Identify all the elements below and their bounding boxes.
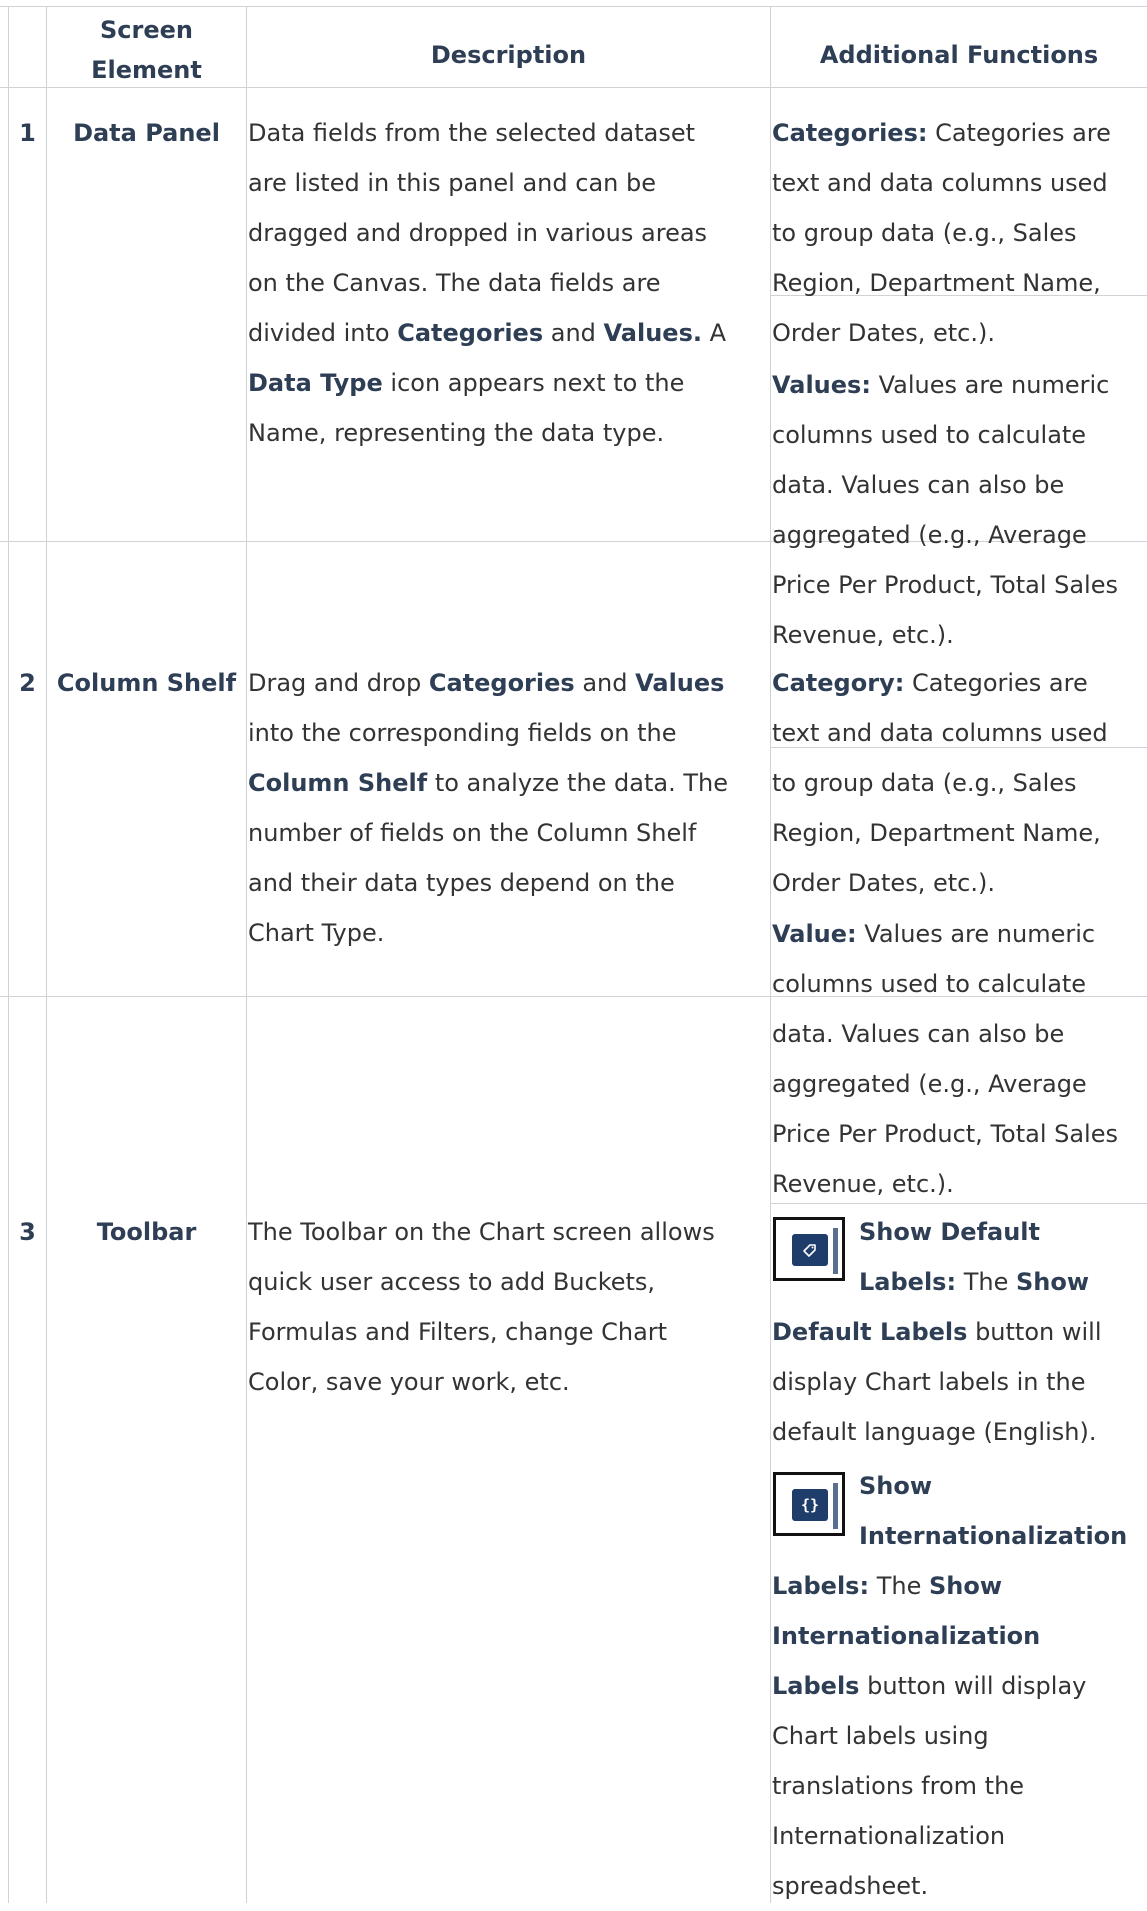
row-number: 3 [19, 1218, 36, 1246]
row-element: Toolbar [96, 1218, 197, 1246]
function-values: Values: Values are numeric columns used … [772, 371, 1118, 649]
row-element: Data Panel [73, 119, 220, 147]
rule-col-num [46, 6, 47, 1903]
function-categories: Categories: Categories are text and data… [772, 119, 1111, 347]
row-element: Column Shelf [56, 669, 237, 697]
rule-col-elem [246, 6, 247, 1903]
function-show-default-labels: Show Default Labels: The Show Default La… [772, 1218, 1102, 1446]
function-category: Category: Categories are text and data c… [772, 669, 1108, 897]
row-description: Drag and drop Categories and Values into… [248, 669, 728, 947]
rule-top [0, 6, 1147, 7]
row-description: Data fields from the selected dataset ar… [248, 119, 727, 447]
header-description: Description [430, 41, 587, 69]
header-screen-element: Screen Element [47, 10, 246, 90]
function-value: Value: Values are numeric columns used t… [772, 920, 1118, 1198]
row-description: The Toolbar on the Chart screen allows q… [248, 1218, 715, 1396]
rule-col-left [8, 6, 9, 1903]
function-show-internationalization-labels: Show Internationalization Labels: The Sh… [772, 1472, 1128, 1900]
screen-elements-table: Screen Element Description Additional Fu… [0, 0, 1147, 1903]
header-screen-element-line1: Screen [100, 16, 193, 44]
row-number: 1 [19, 119, 36, 147]
header-additional-functions: Additional Functions [819, 41, 1099, 69]
row-number: 2 [19, 669, 36, 697]
header-screen-element-line2: Element [91, 56, 202, 84]
rule-col-desc [770, 6, 771, 1903]
